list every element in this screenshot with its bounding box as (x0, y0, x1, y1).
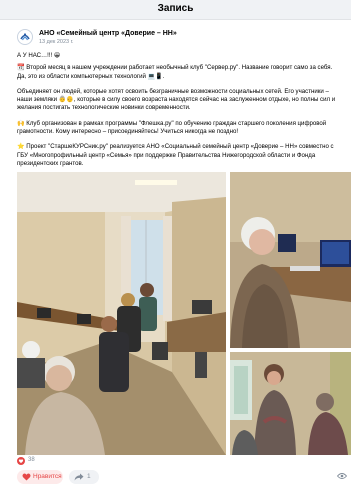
photo-group-window[interactable] (230, 352, 351, 455)
photo-computer-desk[interactable] (230, 172, 351, 348)
post-footer: 38 Нравится 1 (17, 456, 347, 486)
post-text: А У НАС…!!! 😀 📆 Второй месяц в нашем учр… (17, 52, 343, 175)
post-paragraph: 📆 Второй месяц в нашем учреждении работа… (17, 64, 333, 80)
likes-count: 38 (28, 457, 35, 463)
share-button[interactable]: 1 (69, 470, 99, 484)
post-paragraph: Объединяет он людей, которые хотят освои… (17, 87, 336, 112)
eye-icon (337, 473, 347, 479)
top-bar: Запись (0, 0, 351, 20)
post-paragraph: А У НАС…!!! 😀 (17, 52, 61, 59)
logo-icon (18, 30, 32, 44)
share-count: 1 (87, 473, 91, 480)
like-button[interactable]: Нравится (17, 470, 63, 484)
post-paragraph: ⭐ Проект "СтаршеКУРСник.ру" реализуется … (17, 143, 334, 167)
photo-grid (17, 172, 351, 457)
like-button-label: Нравится (33, 473, 62, 480)
post-paragraph: 🙌 Клуб организован в рамках программы "Ф… (17, 119, 327, 136)
post-author[interactable]: АНО «Семейный центр «Доверие – НН» (39, 30, 177, 37)
page-title: Запись (157, 3, 194, 14)
post-date[interactable]: 13 дек 2023 г. (39, 39, 73, 45)
avatar[interactable] (17, 29, 33, 45)
post-header: АНО «Семейный центр «Доверие – НН» 13 де… (17, 29, 337, 51)
heart-icon (22, 473, 31, 481)
share-icon (74, 473, 84, 481)
photo-classroom[interactable] (17, 172, 226, 455)
heart-icon (17, 457, 25, 465)
